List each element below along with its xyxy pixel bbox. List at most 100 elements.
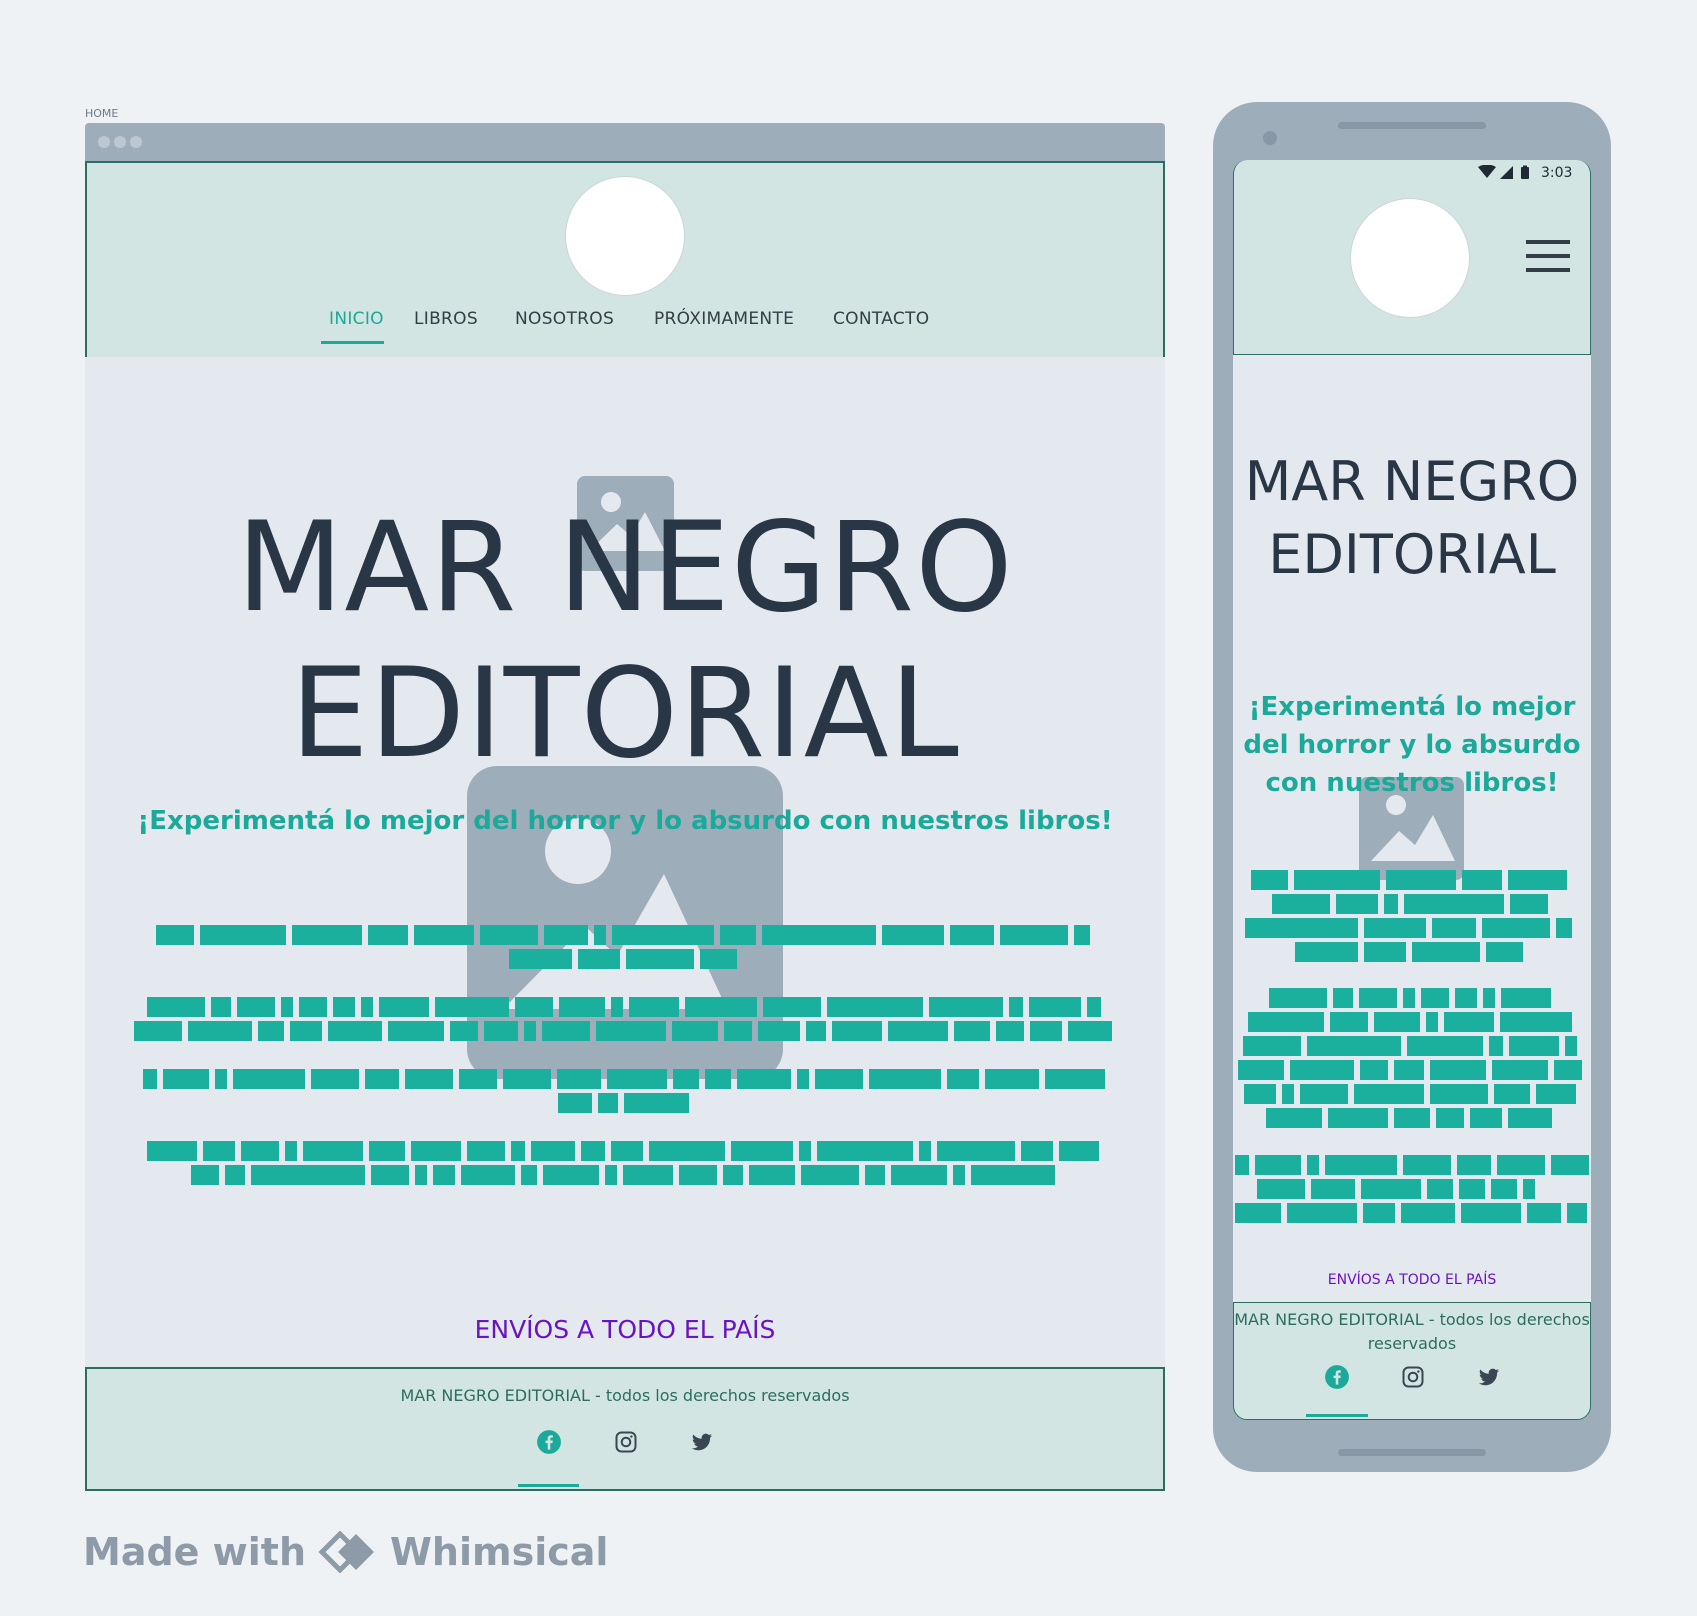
text-placeholder-bar — [758, 1021, 800, 1041]
text-placeholder-bar — [1494, 1084, 1530, 1104]
status-icons — [1478, 165, 1529, 179]
facebook-icon[interactable] — [536, 1429, 562, 1455]
made-with-badge[interactable]: Made with Whimsical — [83, 1530, 608, 1574]
text-placeholder-bar — [361, 997, 373, 1017]
nav-item-inicio[interactable]: INICIO — [329, 309, 384, 329]
text-placeholder-bar — [1482, 918, 1550, 938]
logo-placeholder[interactable] — [565, 176, 685, 296]
nav-item-proximamente[interactable]: PRÓXIMAMENTE — [654, 309, 794, 329]
text-placeholder-bar — [815, 1069, 863, 1089]
text-placeholder-bar — [1421, 988, 1449, 1008]
text-placeholder-bar — [1311, 1179, 1355, 1199]
facebook-icon[interactable] — [1324, 1364, 1350, 1390]
text-placeholder-bar — [311, 1069, 359, 1089]
text-placeholder-bar — [1361, 1179, 1421, 1199]
text-placeholder-bar — [1269, 988, 1327, 1008]
text-placeholder-bar — [480, 925, 538, 945]
text-placeholder-bar — [891, 1165, 947, 1185]
text-placeholder-bar — [611, 1141, 643, 1161]
text-placeholder-bar — [1501, 988, 1551, 1008]
text-placeholder-bar — [1000, 925, 1068, 945]
twitter-icon[interactable] — [690, 1431, 714, 1453]
text-placeholder-bar — [801, 1165, 859, 1185]
text-placeholder-bar — [1235, 1155, 1249, 1175]
mobile-logo-placeholder[interactable] — [1350, 198, 1470, 318]
text-placeholder-bar — [1266, 1108, 1322, 1128]
text-placeholder-bar — [1257, 1179, 1305, 1199]
text-placeholder-bar — [649, 1141, 725, 1161]
window-dot-icon — [114, 136, 126, 148]
instagram-icon[interactable] — [1401, 1365, 1425, 1389]
text-placeholder-bar — [1287, 1203, 1357, 1223]
text-placeholder-bar — [705, 1069, 731, 1089]
text-placeholder-bar — [1363, 1203, 1395, 1223]
text-placeholder-bar — [147, 1141, 197, 1161]
text-placeholder-bar — [1386, 870, 1456, 890]
text-placeholder-bar — [147, 997, 205, 1017]
text-placeholder-bar — [1483, 988, 1495, 1008]
text-placeholder-bar — [1403, 988, 1415, 1008]
text-placeholder-bar — [215, 1069, 227, 1089]
footer-copyright: MAR NEGRO EDITORIAL - todos los derechos… — [400, 1386, 850, 1405]
text-placeholder-bar — [817, 1141, 913, 1161]
text-placeholder-bar — [1492, 1060, 1548, 1080]
text-placeholder-bar — [578, 949, 620, 969]
text-placeholder-bar — [368, 925, 408, 945]
text-placeholder-bar — [1536, 1084, 1576, 1104]
text-placeholder-bar — [1510, 894, 1548, 914]
text-placeholder-bar — [832, 1021, 882, 1041]
text-placeholder-bar — [233, 1069, 305, 1089]
text-placeholder-bar — [1462, 870, 1502, 890]
nav-item-libros[interactable]: LIBROS — [414, 309, 478, 329]
text-placeholder-bar — [191, 1165, 219, 1185]
mobile-active-social-indicator — [1306, 1414, 1368, 1417]
text-placeholder-bar — [700, 949, 737, 969]
text-placeholder-bar — [237, 997, 275, 1017]
mobile-footer-copyright: MAR NEGRO EDITORIAL - todos los derechos… — [1234, 1310, 1590, 1353]
text-placeholder-bar — [1328, 1108, 1388, 1128]
twitter-icon[interactable] — [1477, 1366, 1501, 1388]
text-placeholder-bar — [737, 1069, 791, 1089]
text-placeholder-bar — [1021, 1141, 1053, 1161]
text-placeholder-bar — [612, 925, 714, 945]
text-placeholder-bar — [594, 925, 606, 945]
text-placeholder-bar — [985, 1069, 1039, 1089]
hero-title-line1: MAR NEGRO — [236, 496, 1014, 640]
text-placeholder-bar — [1432, 918, 1476, 938]
text-placeholder-bar — [720, 925, 756, 945]
text-placeholder-bar — [503, 1069, 551, 1089]
text-placeholder-bar — [673, 1069, 699, 1089]
text-placeholder-bar — [1556, 918, 1572, 938]
text-placeholder-bar — [143, 1069, 157, 1089]
text-placeholder-bar — [467, 1141, 505, 1161]
text-placeholder-bar — [365, 1069, 399, 1089]
mobile-hero-title-line1: MAR NEGRO — [1244, 450, 1580, 513]
text-placeholder-bar — [624, 1093, 689, 1113]
text-placeholder-bar — [1336, 894, 1378, 914]
text-placeholder-bar — [558, 1093, 592, 1113]
text-placeholder-bar — [285, 1141, 297, 1161]
text-placeholder-bar — [947, 1069, 979, 1089]
text-placeholder-bar — [511, 1141, 525, 1161]
text-placeholder-bar — [1255, 1155, 1301, 1175]
hero-tagline: ¡Experimentá lo mejor del horror y lo ab… — [137, 806, 1113, 836]
text-placeholder-bar — [1068, 1021, 1112, 1041]
text-placeholder-bar — [225, 1165, 245, 1185]
text-placeholder-bar — [937, 1141, 1015, 1161]
text-placeholder-bar — [1461, 1203, 1521, 1223]
text-placeholder-bar — [544, 925, 588, 945]
nav-item-contacto[interactable]: CONTACTO — [833, 309, 929, 329]
text-placeholder-bar — [1251, 870, 1288, 890]
text-placeholder-bar — [762, 925, 876, 945]
text-placeholder-bar — [1401, 1203, 1455, 1223]
text-placeholder-bar — [806, 1021, 826, 1041]
phone-bottom-bar — [1338, 1449, 1486, 1456]
text-placeholder-bar — [459, 1069, 497, 1089]
text-placeholder-bar — [953, 1165, 965, 1185]
hamburger-line — [1526, 240, 1570, 244]
instagram-icon[interactable] — [614, 1430, 638, 1454]
text-placeholder-bar — [290, 1021, 322, 1041]
text-placeholder-bar — [435, 997, 509, 1017]
text-placeholder-bar — [557, 1069, 601, 1089]
nav-item-nosotros[interactable]: NOSOTROS — [515, 309, 614, 329]
